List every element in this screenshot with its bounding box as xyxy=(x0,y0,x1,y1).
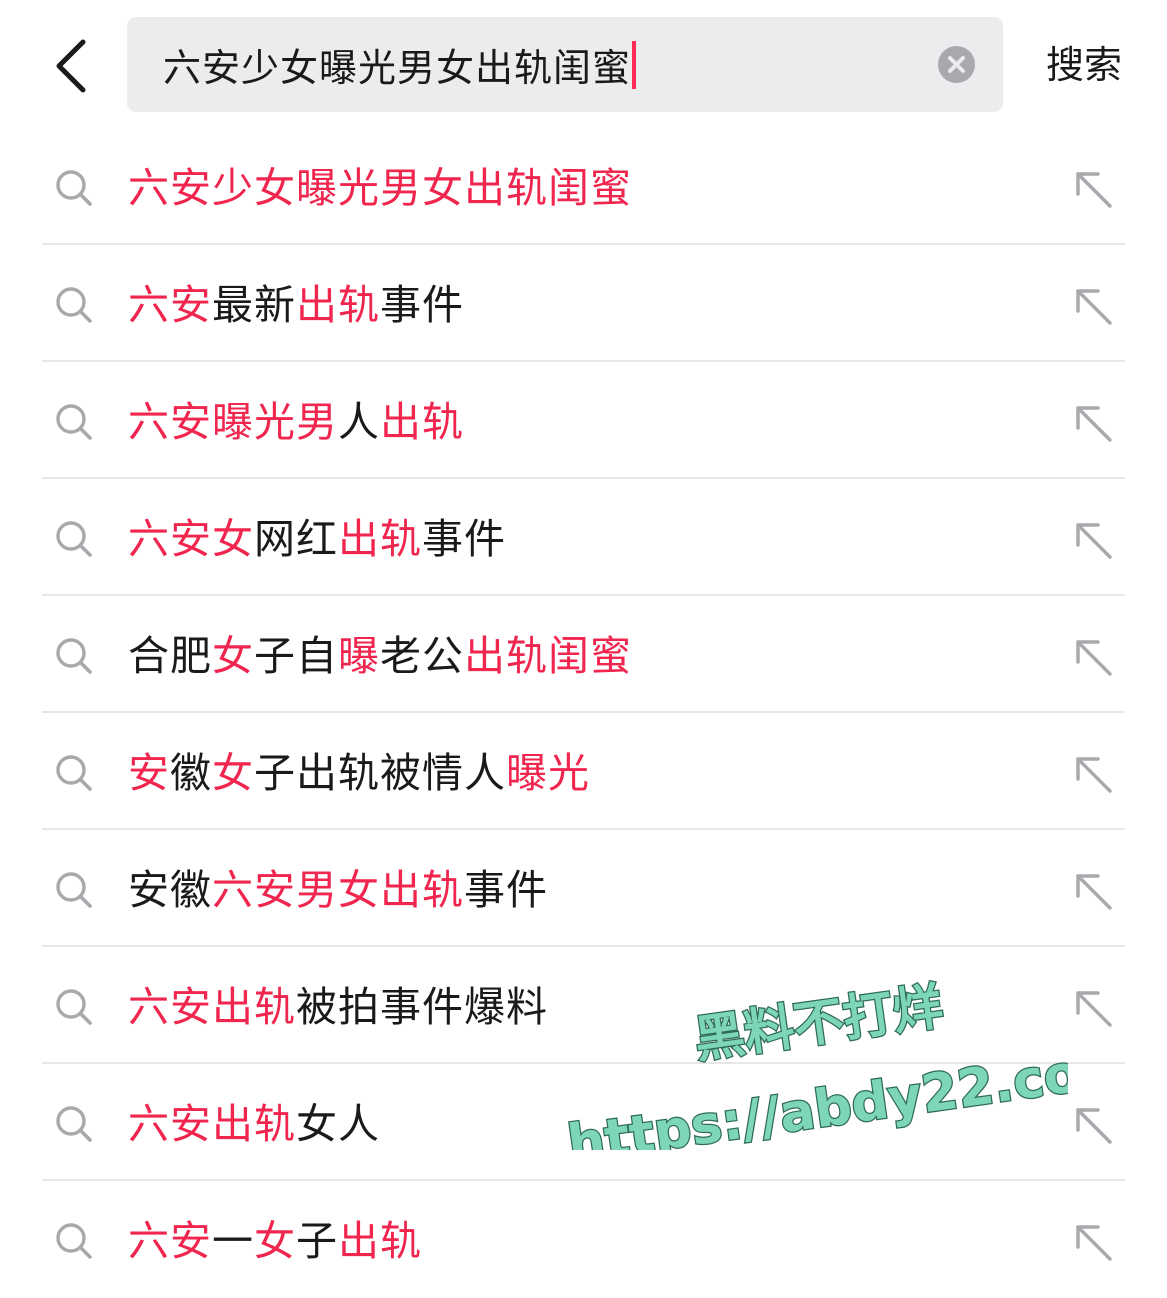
search-icon xyxy=(56,170,92,206)
suggestion-highlight: 曝 xyxy=(338,632,380,680)
search-input[interactable]: 六安少女曝光男女出轨闺蜜 xyxy=(163,17,637,112)
suggestion-highlight: 六安出轨 xyxy=(128,983,296,1031)
fill-query-arrow-icon[interactable] xyxy=(1072,636,1114,678)
search-icon xyxy=(56,872,92,908)
suggestion-text: 六安出轨女人 xyxy=(128,1098,380,1150)
suggestion-row[interactable]: 合肥女子自曝老公出轨闺蜜 xyxy=(0,596,1167,713)
suggestion-highlight: 出轨 xyxy=(338,1217,422,1265)
suggestion-highlight: 六安 xyxy=(128,1217,212,1265)
suggestion-text: 六安曝光男人出轨 xyxy=(128,396,464,448)
fill-query-arrow-icon[interactable] xyxy=(1072,987,1114,1029)
suggestion-highlight: 六安女 xyxy=(128,515,254,563)
suggestion-row[interactable]: 六安一女子出轨 xyxy=(0,1181,1167,1298)
suggestion-text: 六安最新出轨事件 xyxy=(128,279,464,331)
search-icon xyxy=(56,521,92,557)
fill-query-arrow-icon[interactable] xyxy=(1072,402,1114,444)
fill-query-arrow-icon[interactable] xyxy=(1072,1221,1114,1263)
suggestion-text: 安徽六安男女出轨事件 xyxy=(128,864,548,916)
suggestion-highlight: 出轨 xyxy=(338,515,422,563)
search-icon xyxy=(56,404,92,440)
suggestion-segment: 事件 xyxy=(464,866,548,914)
search-field[interactable]: 六安少女曝光男女出轨闺蜜 xyxy=(127,17,1003,112)
suggestion-segment: 网红 xyxy=(254,515,338,563)
text-caret xyxy=(632,40,637,89)
search-submit-button[interactable]: 搜索 xyxy=(1046,40,1122,90)
search-icon xyxy=(56,1223,92,1259)
suggestion-text: 六安少女曝光男女出轨闺蜜 xyxy=(128,162,632,214)
suggestion-text: 六安一女子出轨 xyxy=(128,1215,422,1267)
suggestion-highlight: 六安 xyxy=(128,281,212,329)
search-icon xyxy=(56,989,92,1025)
fill-query-arrow-icon[interactable] xyxy=(1072,753,1114,795)
suggestion-highlight: 出轨闺蜜 xyxy=(464,632,632,680)
fill-query-arrow-icon[interactable] xyxy=(1072,285,1114,327)
suggestion-row[interactable]: 六安最新出轨事件 xyxy=(0,245,1167,362)
fill-query-arrow-icon[interactable] xyxy=(1072,519,1114,561)
suggestion-segment: 子出轨被情人 xyxy=(254,749,506,797)
suggestion-highlight: 女 xyxy=(212,749,254,797)
suggestion-row[interactable]: 六安曝光男人出轨 xyxy=(0,362,1167,479)
fill-query-arrow-icon[interactable] xyxy=(1072,1104,1114,1146)
suggestion-highlight: 六安男女出轨 xyxy=(212,866,464,914)
suggestion-row[interactable]: 六安女网红出轨事件 xyxy=(0,479,1167,596)
suggestion-segment: 安徽 xyxy=(128,866,212,914)
suggestion-row[interactable]: 六安出轨被拍事件爆料 xyxy=(0,947,1167,1064)
suggestion-list: 六安少女曝光男女出轨闺蜜 六安最新出轨事件 六安曝光男人出轨 六安女网红出轨事件 合肥女… xyxy=(0,128,1167,1298)
chevron-left-icon xyxy=(56,39,86,93)
suggestion-highlight: 六安出轨 xyxy=(128,1100,296,1148)
suggestion-segment: 子自 xyxy=(254,632,338,680)
suggestion-text: 六安出轨被拍事件爆料 xyxy=(128,981,548,1033)
search-icon xyxy=(56,755,92,791)
suggestion-row[interactable]: 六安少女曝光男女出轨闺蜜 xyxy=(0,128,1167,245)
clear-circle-icon[interactable] xyxy=(938,46,975,83)
suggestion-segment: 一 xyxy=(212,1217,254,1265)
suggestion-highlight: 女 xyxy=(254,1217,296,1265)
search-query-text: 六安少女曝光男女出轨闺蜜 xyxy=(163,46,632,90)
suggestion-row[interactable]: 安徽女子出轨被情人曝光 xyxy=(0,713,1167,830)
search-icon xyxy=(56,638,92,674)
suggestion-segment: 最新 xyxy=(212,281,296,329)
suggestion-highlight: 出轨 xyxy=(296,281,380,329)
suggestion-segment: 女人 xyxy=(296,1100,380,1148)
suggestion-row[interactable]: 六安出轨女人 xyxy=(0,1064,1167,1181)
fill-query-arrow-icon[interactable] xyxy=(1072,168,1114,210)
suggestion-highlight: 六安少女曝光男女出轨闺蜜 xyxy=(128,164,632,212)
suggestion-text: 安徽女子出轨被情人曝光 xyxy=(128,747,590,799)
suggestion-highlight: 出轨 xyxy=(380,398,464,446)
suggestion-highlight: 女 xyxy=(212,632,254,680)
search-header: 六安少女曝光男女出轨闺蜜 搜索 xyxy=(0,0,1167,128)
suggestion-highlight: 曝光 xyxy=(506,749,590,797)
suggestion-segment: 人 xyxy=(338,398,380,446)
suggestion-text: 合肥女子自曝老公出轨闺蜜 xyxy=(128,630,632,682)
suggestion-segment: 合肥 xyxy=(128,632,212,680)
fill-query-arrow-icon[interactable] xyxy=(1072,870,1114,912)
suggestion-segment: 子 xyxy=(296,1217,338,1265)
suggestion-segment: 事件 xyxy=(422,515,506,563)
back-button[interactable] xyxy=(40,28,102,104)
search-icon xyxy=(56,1106,92,1142)
suggestion-row[interactable]: 安徽六安男女出轨事件 xyxy=(0,830,1167,947)
suggestion-highlight: 六安曝光男 xyxy=(128,398,338,446)
suggestion-segment: 徽 xyxy=(170,749,212,797)
suggestion-segment: 被拍事件爆料 xyxy=(296,983,548,1031)
suggestion-highlight: 安 xyxy=(128,749,170,797)
suggestion-segment: 事件 xyxy=(380,281,464,329)
suggestion-segment: 老公 xyxy=(380,632,464,680)
search-icon xyxy=(56,287,92,323)
suggestion-text: 六安女网红出轨事件 xyxy=(128,513,506,565)
